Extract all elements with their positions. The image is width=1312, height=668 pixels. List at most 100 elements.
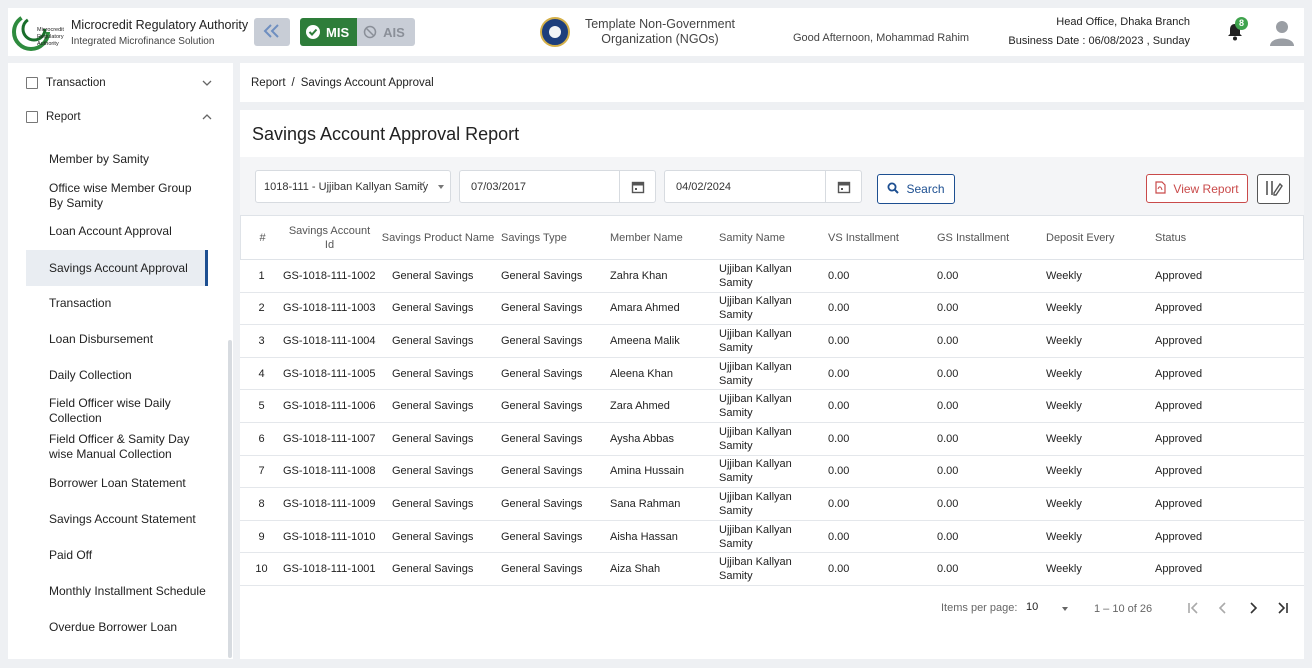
sidebar-item-paid-off[interactable]: Paid Off bbox=[26, 547, 208, 563]
table-row[interactable]: 5 GS-1018-111-1006 General Savings General … bbox=[240, 390, 1304, 423]
samity-name-cell: Ujjiban Kallyan Samity bbox=[719, 490, 792, 517]
org-seal-icon bbox=[540, 17, 570, 47]
calendar-icon[interactable] bbox=[619, 171, 655, 202]
column-header[interactable]: GS Installment bbox=[937, 231, 1046, 245]
svg-text:Microcredit: Microcredit bbox=[37, 27, 64, 33]
calendar-icon[interactable] bbox=[825, 171, 861, 202]
vs-installment-cell: 0.00 bbox=[828, 530, 850, 543]
sidebar-scrollbar[interactable] bbox=[228, 340, 232, 658]
sidebar-item-member-by-samity[interactable]: Member by Samity bbox=[26, 151, 208, 167]
column-header[interactable]: Status bbox=[1155, 231, 1264, 245]
from-date-value: 07/03/2017 bbox=[471, 180, 527, 193]
savings-product-name-cell: General Savings bbox=[392, 400, 474, 413]
sidebar-item-loan-account-approval[interactable]: Loan Account Approval bbox=[26, 223, 208, 239]
table-row[interactable]: 10 GS-1018-111-1001 General Savings General… bbox=[240, 553, 1304, 586]
savings-product-name-cell: General Savings bbox=[392, 497, 474, 510]
sidebar-item-monthly-installment-schedule[interactable]: Monthly Installment Schedule bbox=[26, 576, 208, 606]
sidebar-item-borrower-loan-statement[interactable]: Borrower Loan Statement bbox=[26, 475, 208, 491]
deposit-every-cell: Weekly bbox=[1046, 334, 1082, 347]
samity-select-value: 1018-111 - Ujjiban Kallyan Samity bbox=[264, 180, 429, 193]
sidebar-item-overdue-borrower-loan[interactable]: Overdue Borrower Loan bbox=[26, 619, 208, 635]
sidebar-item-transaction[interactable]: Transaction bbox=[26, 77, 216, 89]
status-cell: Approved bbox=[1155, 334, 1203, 347]
samity-select[interactable]: 1018-111 - Ujjiban Kallyan Samity ✕ bbox=[255, 170, 451, 203]
column-settings-button[interactable] bbox=[1257, 174, 1290, 204]
to-date-field[interactable]: 04/02/2024 bbox=[664, 170, 862, 203]
next-page-button[interactable] bbox=[1241, 597, 1265, 621]
member-name-cell: Aisha Hassan bbox=[610, 530, 678, 543]
column-header[interactable]: Savings Product Name bbox=[375, 231, 501, 245]
member-name-cell: Amina Hussain bbox=[610, 465, 684, 478]
status-cell: Approved bbox=[1155, 497, 1203, 510]
first-page-button[interactable] bbox=[1181, 597, 1205, 621]
savings-account-id-cell: GS-1018-111-1007 bbox=[283, 432, 376, 445]
sidebar-item-daily-collection[interactable]: Daily Collection bbox=[26, 367, 208, 383]
gs-installment-cell: 0.00 bbox=[937, 269, 959, 282]
gs-installment-cell: 0.00 bbox=[937, 302, 959, 315]
table-row[interactable]: 6 GS-1018-111-1007 General Savings General … bbox=[240, 423, 1304, 456]
app-subtitle: Integrated Microfinance Solution bbox=[71, 35, 215, 47]
status-cell: Approved bbox=[1155, 432, 1203, 445]
row-number-cell: 10 bbox=[255, 563, 268, 576]
sidebar-item-label: Transaction bbox=[46, 77, 106, 89]
sidebar-item-transaction-report[interactable]: Transaction bbox=[26, 295, 208, 311]
previous-page-button[interactable] bbox=[1211, 597, 1235, 621]
table-row[interactable]: 3 GS-1018-111-1004 General Savings General … bbox=[240, 325, 1304, 358]
org-name: Template Non-Government Organization (NG… bbox=[584, 17, 736, 46]
ais-toggle-button[interactable]: AIS bbox=[357, 18, 415, 46]
sidebar-item-label: Field Officer wise Daily Collection bbox=[49, 396, 171, 425]
savings-type-cell: General Savings bbox=[501, 465, 583, 478]
table-row[interactable]: 9 GS-1018-111-1010 General Savings General … bbox=[240, 521, 1304, 554]
view-report-button[interactable]: View Report bbox=[1146, 174, 1248, 203]
column-header[interactable]: Member Name bbox=[610, 231, 719, 245]
sidebar-item-label: Paid Off bbox=[49, 547, 93, 562]
clear-icon[interactable]: ✕ bbox=[418, 180, 426, 191]
caret-down-icon bbox=[1062, 607, 1068, 611]
sidebar-item-label: Borrower Loan Statement bbox=[49, 475, 186, 490]
table-row[interactable]: 7 GS-1018-111-1008 General Savings General … bbox=[240, 456, 1304, 489]
avatar[interactable] bbox=[1268, 18, 1296, 46]
sidebar-item-field-officer-samity-day-collection[interactable]: Field Officer & Samity Day wise Manual C… bbox=[26, 432, 208, 462]
sidebar-item-savings-account-approval[interactable]: Savings Account Approval bbox=[26, 250, 208, 286]
column-header[interactable]: VS Installment bbox=[828, 231, 937, 245]
savings-type-cell: General Savings bbox=[501, 497, 583, 510]
mis-toggle-button[interactable]: MIS bbox=[300, 18, 358, 46]
check-circle-icon bbox=[306, 25, 320, 39]
app-title: Microcredit Regulatory Authority bbox=[71, 17, 249, 32]
samity-name-cell: Ujjiban Kallyan Samity bbox=[719, 360, 792, 387]
sidebar-item-label: Overdue Borrower Loan bbox=[49, 619, 178, 634]
gs-installment-cell: 0.00 bbox=[937, 465, 959, 478]
from-date-field[interactable]: 07/03/2017 bbox=[459, 170, 656, 203]
sidebar-item-label: Monthly Installment Schedule bbox=[49, 583, 206, 598]
collapse-sidebar-button[interactable] bbox=[254, 18, 290, 46]
sidebar-item-field-officer-daily-collection[interactable]: Field Officer wise Daily Collection bbox=[26, 396, 208, 426]
table-row[interactable]: 4 GS-1018-111-1005 General Savings General … bbox=[240, 358, 1304, 391]
column-header[interactable]: Savings Account Id bbox=[284, 224, 375, 252]
last-page-button[interactable] bbox=[1271, 597, 1295, 621]
savings-type-cell: General Savings bbox=[501, 432, 583, 445]
member-name-cell: Ameena Malik bbox=[610, 334, 680, 347]
table-row[interactable]: 1 GS-1018-111-1002 General Savings General … bbox=[240, 260, 1304, 293]
table-row[interactable]: 8 GS-1018-111-1009 General Savings General … bbox=[240, 488, 1304, 521]
samity-name-cell: Ujjiban Kallyan Samity bbox=[719, 458, 792, 485]
breadcrumb: Report / Savings Account Approval bbox=[240, 63, 1304, 102]
column-header[interactable]: Samity Name bbox=[719, 231, 828, 245]
search-button[interactable]: Search bbox=[877, 174, 955, 204]
column-header[interactable]: Deposit Every bbox=[1046, 231, 1155, 245]
items-per-page-select[interactable]: 10 bbox=[1026, 601, 1068, 613]
sidebar-item-report[interactable]: Report bbox=[26, 111, 216, 123]
sidebar-item-label: Transaction bbox=[49, 295, 112, 310]
sidebar-item-loan-disbursement[interactable]: Loan Disbursement bbox=[26, 331, 208, 347]
gs-installment-cell: 0.00 bbox=[937, 400, 959, 413]
sidebar-item-label: Savings Account Approval bbox=[49, 260, 188, 275]
table-row[interactable]: 2 GS-1018-111-1003 General Savings General … bbox=[240, 293, 1304, 326]
brand[interactable]: Microcredit Regulatory Authority Microcr… bbox=[8, 11, 254, 53]
mis-label: MIS bbox=[326, 24, 350, 40]
breadcrumb-parent[interactable]: Report bbox=[251, 77, 286, 89]
sidebar-item-savings-account-statement[interactable]: Savings Account Statement bbox=[26, 504, 208, 534]
sidebar-item-office-wise-member-group[interactable]: Office wise Member Group By Samity bbox=[26, 181, 208, 211]
column-header[interactable]: Savings Type bbox=[501, 231, 610, 245]
deposit-every-cell: Weekly bbox=[1046, 497, 1082, 510]
member-name-cell: Aleena Khan bbox=[610, 367, 673, 380]
column-header[interactable]: # bbox=[241, 231, 284, 245]
